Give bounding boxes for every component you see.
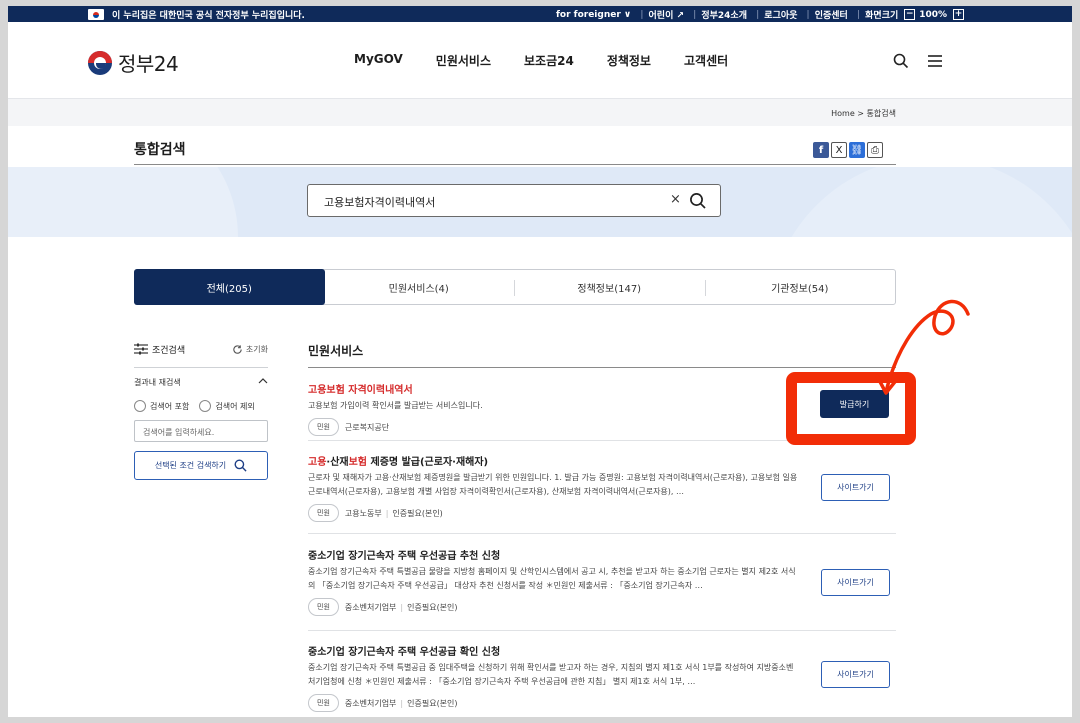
search-input-value: 고용보험자격이력내역서 bbox=[324, 196, 436, 209]
result-desc: 근로자 및 재해자가 고용·산재보험 제증명원을 발급받기 위한 민원입니다. … bbox=[308, 473, 798, 496]
radio-exclude[interactable]: 검색어 제외 bbox=[199, 400, 255, 412]
link-cert-center[interactable]: 인증센터 bbox=[815, 8, 848, 21]
agency-label: 중소벤처기업부 bbox=[344, 698, 397, 708]
search-submit-icon[interactable] bbox=[689, 192, 707, 210]
section-title: 민원서비스 bbox=[308, 344, 364, 358]
result-item: 중소기업 장기근속자 주택 우선공급 확인 신청 중소기업 장기근속자 주택 특… bbox=[308, 631, 896, 717]
breadcrumb-band: Home > 통합검색 bbox=[8, 98, 1072, 126]
category-tag: 민원 bbox=[308, 694, 339, 712]
refresh-icon bbox=[233, 344, 242, 354]
category-tag: 민원 bbox=[308, 504, 339, 522]
zoom-in-button[interactable]: + bbox=[953, 9, 965, 20]
research-title: 결과내 재검색 bbox=[134, 378, 181, 387]
print-icon[interactable]: ⎙ bbox=[867, 142, 883, 158]
result-tabs: 전체(205) 민원서비스(4) 정책정보(147) 기관정보(54) bbox=[134, 269, 896, 305]
site-go-button[interactable]: 사이트가기 bbox=[821, 569, 890, 596]
annotation-arrow-icon bbox=[875, 299, 970, 395]
filter-search-button[interactable]: 선택된 조건 검색하기 bbox=[134, 451, 268, 480]
link-kids[interactable]: 어린이 ↗ bbox=[649, 8, 685, 21]
result-desc: 고용보험 가입이력 확인서를 발급받는 서비스입니다. bbox=[308, 401, 483, 410]
nav-subsidy24[interactable]: 보조금24 bbox=[524, 52, 574, 69]
nav-civil-service[interactable]: 민원서비스 bbox=[436, 52, 491, 69]
logo-text: 정부24 bbox=[118, 52, 179, 76]
filter-sliders-icon bbox=[134, 343, 148, 355]
utility-links: for foreigner ∨ | 어린이 ↗ | 정부24소개 | 로그아웃 | 인증… bbox=[556, 8, 965, 21]
search-input[interactable]: 고용보험자격이력내역서 × bbox=[307, 184, 721, 217]
auth-label: 인증필요(본인) bbox=[392, 508, 443, 518]
page-title: 통합검색 bbox=[134, 142, 186, 158]
search-icon[interactable] bbox=[893, 53, 909, 69]
link-copy-icon[interactable]: ⛓ bbox=[849, 142, 865, 158]
auth-label: 인증필요(본인) bbox=[407, 698, 458, 708]
reset-label: 초기화 bbox=[245, 344, 268, 354]
title-divider bbox=[134, 164, 896, 165]
zoom-value: 100% bbox=[919, 9, 948, 20]
filter-title: 조건검색 bbox=[152, 345, 186, 356]
agency-label: 근로복지공단 bbox=[344, 422, 390, 432]
clear-icon[interactable]: × bbox=[670, 192, 681, 207]
radio-include-label: 검색어 포함 bbox=[150, 401, 190, 411]
breadcrumb: Home > 통합검색 bbox=[831, 109, 896, 118]
nav-customer-center[interactable]: 고객센터 bbox=[684, 52, 728, 69]
gov-notice-text: 이 누리집은 대한민국 공식 전자정부 누리집입니다. bbox=[112, 11, 305, 21]
tab-policy-info[interactable]: 정책정보(147) bbox=[514, 270, 705, 304]
tab-all[interactable]: 전체(205) bbox=[134, 269, 325, 305]
screen-size-label: 화면크기 bbox=[865, 11, 899, 21]
filter-sidebar: 조건검색 초기화 결과내 재검색 검색어 포함 검색어 제외 검색어를 입력하세… bbox=[134, 342, 268, 480]
menu-icon[interactable] bbox=[927, 54, 943, 68]
nav-mygov[interactable]: MyGOV bbox=[354, 52, 403, 69]
gov-notice-bar: 이 누리집은 대한민국 공식 전자정부 누리집입니다. for foreigne… bbox=[8, 6, 1072, 22]
site-header: 정부24 MyGOV 민원서비스 보조금24 정책정보 고객센터 bbox=[8, 22, 1072, 98]
zoom-out-button[interactable]: − bbox=[904, 9, 916, 20]
category-tag: 민원 bbox=[308, 418, 339, 436]
taegeuk-logo-icon bbox=[88, 50, 112, 75]
research-input[interactable]: 검색어를 입력하세요. bbox=[134, 420, 268, 442]
link-for-foreigner[interactable]: for foreigner ∨ bbox=[556, 10, 631, 20]
nav-policy-info[interactable]: 정책정보 bbox=[607, 52, 651, 69]
agency-label: 중소벤처기업부 bbox=[344, 602, 397, 612]
result-item: 중소기업 장기근속자 주택 우선공급 추천 신청 중소기업 장기근속자 주택 특… bbox=[308, 534, 896, 631]
result-item: 고용·산재보험 제증명 발급(근로자·재해자) 근로자 및 재해자가 고용·산재… bbox=[308, 441, 896, 534]
chevron-up-icon[interactable] bbox=[258, 377, 268, 385]
category-tag: 민원 bbox=[308, 598, 339, 616]
auth-label: 인증필요(본인) bbox=[407, 602, 458, 612]
result-desc: 중소기업 장기근속자 주택 특별공급 물량을 지방청 홈페이지 및 산학인시스템… bbox=[308, 567, 796, 590]
tab-civil-service[interactable]: 민원서비스(4) bbox=[324, 270, 515, 304]
search-icon bbox=[234, 459, 247, 472]
share-buttons: f X ⛓ ⎙ bbox=[813, 142, 885, 158]
link-logout[interactable]: 로그아웃 bbox=[764, 8, 797, 21]
result-title-link[interactable]: 고용·산재보험 제증명 발급(근로자·재해자) bbox=[308, 453, 896, 468]
site-logo[interactable]: 정부24 bbox=[88, 48, 179, 77]
site-go-button[interactable]: 사이트가기 bbox=[821, 661, 890, 688]
site-go-button[interactable]: 사이트가기 bbox=[821, 474, 890, 501]
link-about[interactable]: 정부24소개 bbox=[701, 8, 747, 21]
browser-frame: 이 누리집은 대한민국 공식 전자정부 누리집입니다. for foreigne… bbox=[8, 6, 1072, 717]
result-title-link[interactable]: 중소기업 장기근속자 주택 우선공급 확인 신청 bbox=[308, 643, 896, 658]
result-title-link[interactable]: 중소기업 장기근속자 주택 우선공급 추천 신청 bbox=[308, 547, 896, 562]
agency-label: 고용노동부 bbox=[344, 508, 382, 518]
reset-button[interactable]: 초기화 bbox=[232, 344, 268, 355]
radio-include[interactable]: 검색어 포함 bbox=[134, 400, 189, 412]
filter-search-label: 선택된 조건 검색하기 bbox=[154, 461, 227, 470]
radio-exclude-label: 검색어 제외 bbox=[215, 401, 255, 411]
korea-flag-icon bbox=[88, 9, 104, 20]
header-icons bbox=[893, 53, 961, 69]
result-desc: 중소기업 장기근속자 주택 특별공급 중 임대주택을 신청하기 위해 확인서를 … bbox=[308, 663, 794, 686]
facebook-share-icon[interactable]: f bbox=[813, 142, 829, 158]
main-nav: MyGOV 민원서비스 보조금24 정책정보 고객센터 bbox=[354, 52, 761, 69]
x-share-icon[interactable]: X bbox=[831, 142, 847, 158]
